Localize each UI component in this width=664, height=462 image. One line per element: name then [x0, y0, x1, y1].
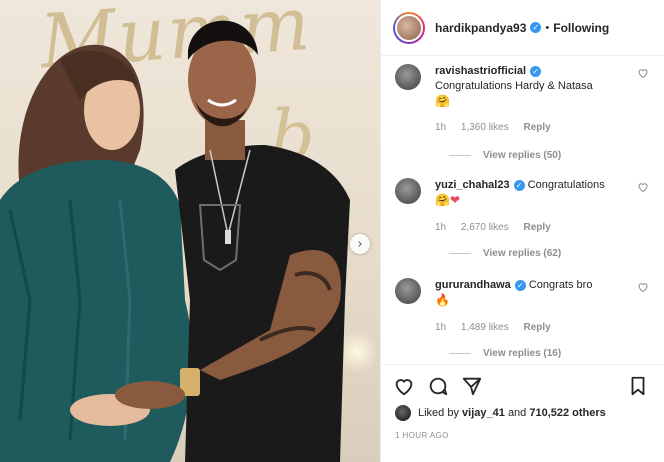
bookmark-icon[interactable] — [627, 375, 649, 397]
post-photo[interactable]: Mumm b › — [0, 0, 380, 462]
author-avatar[interactable] — [393, 11, 425, 44]
view-replies-label: View replies (62) — [483, 248, 562, 259]
next-photo-button[interactable]: › — [350, 234, 370, 254]
comment-likes[interactable]: 1,489 likes — [461, 322, 509, 333]
commenter-avatar[interactable] — [395, 178, 421, 204]
comment-meta: 1h 2,670 likes Reply — [435, 222, 563, 233]
follow-status-button[interactable]: Following — [553, 21, 609, 35]
divider-line — [449, 253, 471, 254]
chevron-right-icon: › — [357, 236, 363, 252]
comment-text: Congratulations — [527, 179, 605, 191]
comment-time: 1h — [435, 322, 447, 333]
commenter-username[interactable]: gururandhawa — [435, 279, 511, 291]
reply-button[interactable]: Reply — [524, 322, 551, 333]
paper-plane-icon[interactable] — [461, 375, 483, 397]
separator-dot: • — [545, 21, 550, 34]
comment-like-heart-icon[interactable] — [637, 281, 649, 293]
liker-username[interactable]: vijay_41 — [462, 407, 505, 419]
comment-like-heart-icon[interactable] — [637, 181, 649, 193]
view-replies-label: View replies (16) — [483, 348, 562, 359]
comment-text: Congratulations Hardy & Natasa — [435, 80, 593, 92]
likes-summary: Liked by vijay_41 and 710,522 others — [395, 405, 606, 421]
comment-likes[interactable]: 1,360 likes — [461, 122, 509, 133]
post-header: hardikpandya93 ✓ • Following — [381, 0, 664, 56]
speech-bubble-icon[interactable] — [427, 375, 449, 397]
comment-likes[interactable]: 2,670 likes — [461, 222, 509, 233]
comment-meta: 1h 1,360 likes Reply — [435, 122, 563, 133]
divider-line — [449, 353, 471, 354]
commenter-username[interactable]: yuzi_chahal23 — [435, 179, 510, 191]
likes-others-count[interactable]: 710,522 others — [529, 407, 605, 419]
comment-like-heart-icon[interactable] — [637, 67, 649, 79]
commenter-username[interactable]: ravishastriofficial — [435, 65, 526, 77]
likes-connector: and — [507, 407, 527, 419]
post-sidebar: hardikpandya93 ✓ • Following ravishastri… — [380, 0, 664, 462]
reply-button[interactable]: Reply — [524, 222, 551, 233]
heart-outline-icon[interactable] — [393, 375, 415, 397]
verified-badge-icon: ✓ — [530, 65, 542, 77]
comment-time: 1h — [435, 222, 447, 233]
comment-time: 1h — [435, 122, 447, 133]
verified-badge-icon: ✓ — [530, 22, 542, 33]
hugging-face-icon: 🤗 — [435, 94, 450, 108]
reply-button[interactable]: Reply — [524, 122, 551, 133]
action-bar: Liked by vijay_41 and 710,522 others 1 H… — [381, 364, 664, 462]
comment-meta: 1h 1,489 likes Reply — [435, 322, 563, 333]
emoji-hug-heart-icon: 🤗❤ — [435, 193, 460, 207]
divider-line — [449, 155, 471, 156]
author-username[interactable]: hardikpandya93 — [435, 21, 526, 35]
verified-badge-icon: ✓ — [514, 279, 526, 291]
view-replies-label: View replies (50) — [483, 150, 562, 161]
commenter-avatar[interactable] — [395, 64, 421, 90]
couple-illustration — [0, 20, 350, 462]
fire-icon: 🔥 — [435, 293, 450, 307]
post-timestamp[interactable]: 1 HOUR AGO — [395, 431, 449, 440]
commenter-avatar[interactable] — [395, 278, 421, 304]
comment-text: Congrats bro — [528, 279, 593, 291]
comments-list: ravishastriofficial ✓ Congratulations Har… — [381, 56, 664, 364]
liker-avatar[interactable] — [395, 405, 411, 421]
verified-badge-icon: ✓ — [513, 179, 525, 191]
view-replies-button[interactable]: View replies (50) — [449, 150, 561, 161]
view-replies-button[interactable]: View replies (62) — [449, 248, 561, 259]
likes-prefix: Liked by — [418, 407, 459, 419]
view-replies-button[interactable]: View replies (16) — [449, 348, 561, 359]
